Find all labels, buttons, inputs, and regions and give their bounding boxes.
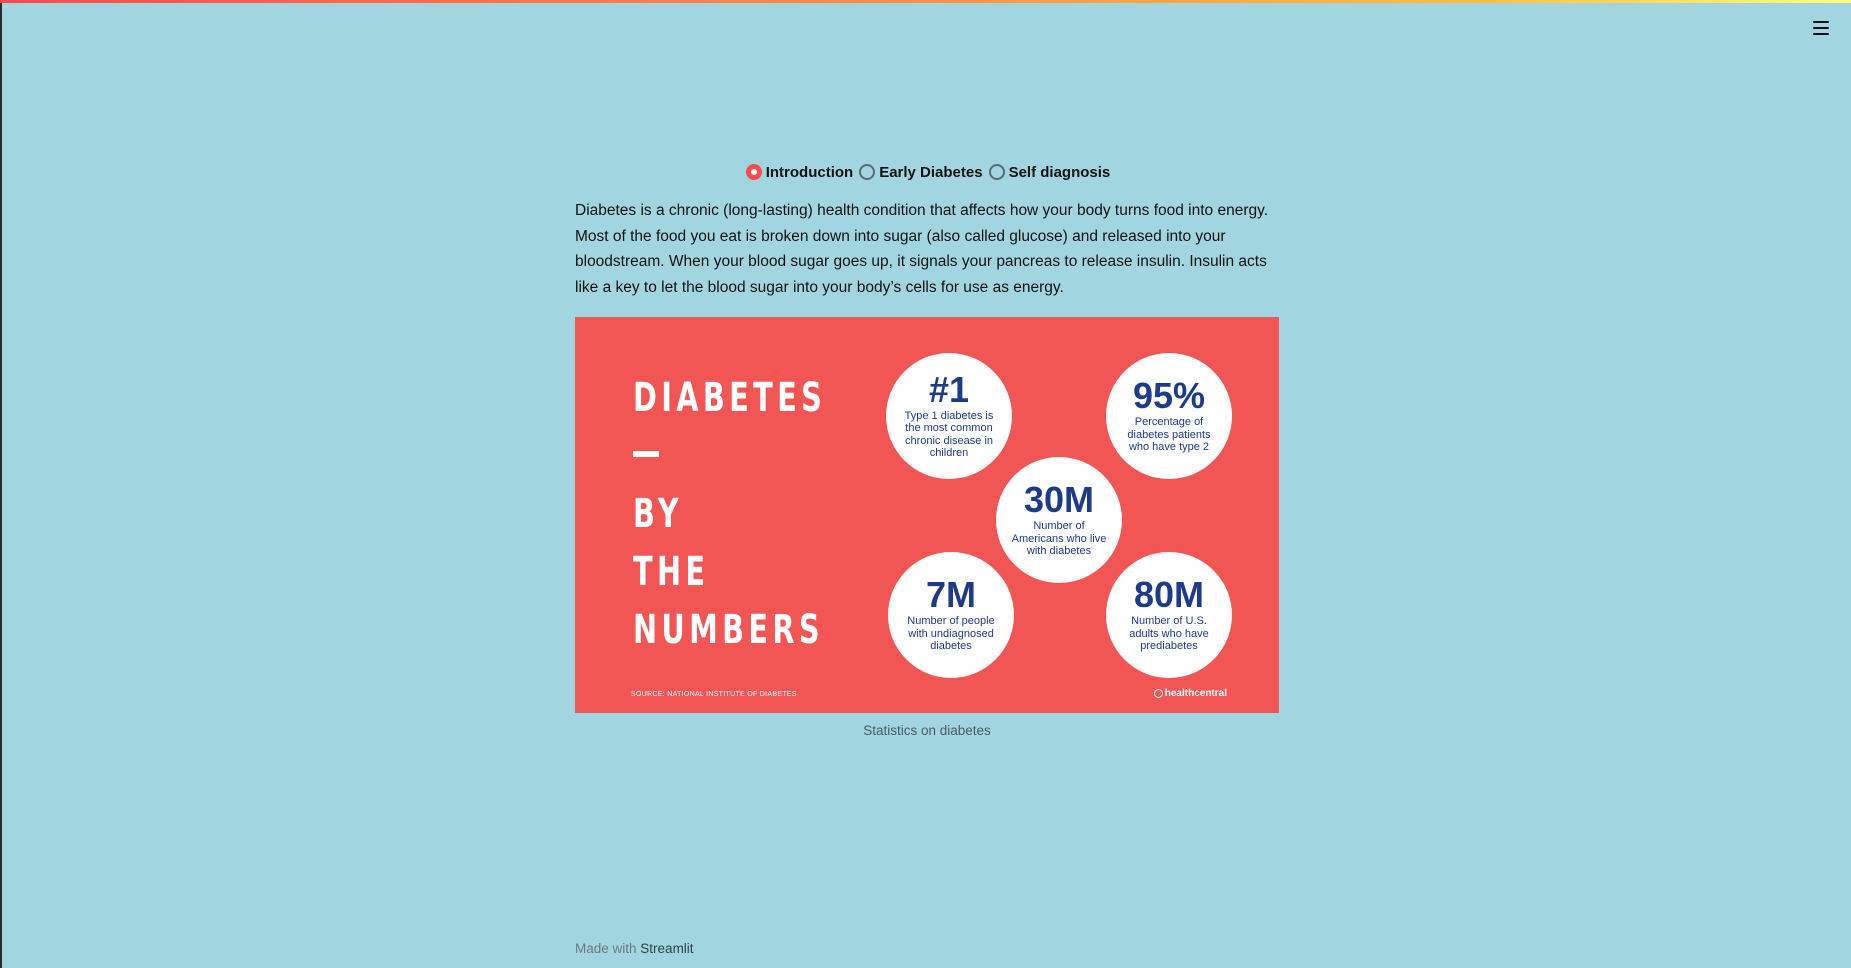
top-decoration-bar [0,0,1851,3]
stat-circle: #1 Type 1 diabetes is the most common ch… [886,352,1012,479]
footer-prefix: Made with [575,941,637,956]
radio-label-self-diagnosis[interactable]: Self diagnosis [1009,164,1111,181]
stat-value: #1 [928,368,970,410]
page-radio-group: Introduction Early Diabetes Self diagnos… [577,160,1279,184]
radio-unselected-icon[interactable] [859,164,876,180]
radio-label-early-diabetes[interactable]: Early Diabetes [879,164,982,181]
streamlit-link[interactable]: Streamlit [640,941,693,956]
image-caption: Statistics on diabetes [863,722,991,738]
infographic-title: DIABETES BY THE NUMBERS [633,369,826,659]
main-menu-icon[interactable] [1813,21,1829,35]
logo-text: healthcentral [1164,687,1227,699]
infographic-source: SOURCE: NATIONAL INSTITUTE OF DIABETES [631,690,797,698]
diabetes-infographic: DIABETES BY THE NUMBERS #1 Type 1 diabet… [575,316,1279,713]
stat-circle: 7M Number of people with undiagnosed dia… [888,551,1014,678]
radio-label-introduction[interactable]: Introduction [766,164,853,181]
logo-icon [1153,688,1163,698]
stat-value: 95% [1132,375,1206,417]
intro-paragraph: Diabetes is a chronic (long-lasting) hea… [575,202,1269,297]
stat-description: Type 1 diabetes is the most common chron… [904,409,994,460]
window-left-edge [0,0,2,968]
stat-circle: 30M Number of Americans who live with di… [996,456,1122,583]
stat-value: 30M [1023,479,1095,521]
stat-circle: 95% Percentage of diabetes patients who … [1106,352,1232,479]
radio-unselected-icon[interactable] [988,164,1005,180]
stat-description: Number of Americans who live with diabet… [1011,520,1107,558]
title-line: THE [633,548,710,595]
title-line: NUMBERS [633,606,824,653]
radio-option-early-diabetes[interactable]: Early Diabetes [859,164,983,181]
title-line: BY [633,490,683,537]
stat-value: 80M [1133,574,1205,616]
stat-description: Number of people with undiagnosed diabet… [907,615,995,653]
radio-option-introduction[interactable]: Introduction [745,164,853,181]
healthcentral-logo: healthcentral [1153,687,1227,699]
title-dash [633,450,659,457]
stat-description: Percentage of diabetes patients who have… [1127,416,1211,454]
main-content: Introduction Early Diabetes Self diagnos… [575,160,1279,738]
radio-option-self-diagnosis[interactable]: Self diagnosis [988,164,1111,181]
stat-value: 7M [925,574,976,616]
footer: Made with Streamlit [575,941,694,956]
radio-selected-icon[interactable] [745,164,762,180]
stat-circle: 80M Number of U.S. adults who have predi… [1106,551,1232,678]
title-line: DIABETES [633,374,827,421]
stat-description: Number of U.S. adults who have prediabet… [1129,615,1209,653]
